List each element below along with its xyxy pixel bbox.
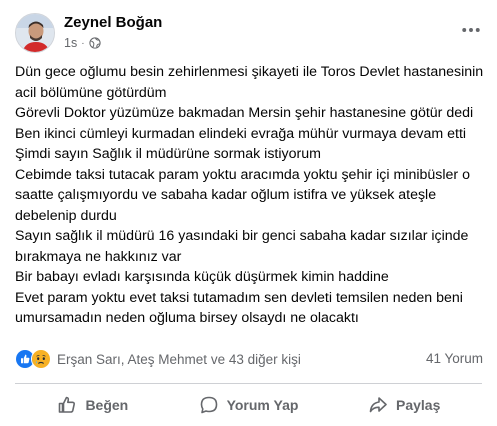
author-name[interactable]: Zeynel Boğan — [64, 14, 162, 31]
post-meta: 1s · — [64, 36, 101, 50]
post-text: Dün gece oğlumu besin zehirlenmesi şikay… — [15, 62, 487, 329]
post-paragraph: Şimdi sayın Sağlık il müdürüne sormak is… — [15, 146, 321, 162]
post-paragraph: Cebimde taksi tutacak param yoktu aracım… — [15, 166, 470, 224]
like-button[interactable]: Beğen — [15, 388, 171, 422]
post-paragraph: Evet param yoktu evet taksi tutamadım se… — [15, 289, 463, 327]
share-icon — [369, 397, 387, 413]
action-bar: Beğen Yorum Yap Paylaş — [15, 388, 482, 422]
share-button[interactable]: Paylaş — [326, 388, 482, 422]
post-time[interactable]: 1s — [64, 36, 77, 50]
post-paragraph: Dün gece oğlumu besin zehirlenmesi şikay… — [15, 64, 484, 101]
comment-label: Yorum Yap — [226, 397, 299, 413]
post-paragraph: Görevli Doktor yüzümüze bakmadan Mersin … — [15, 105, 474, 142]
reactions-summary[interactable]: Erşan Sarı, Ateş Mehmet ve 43 diğer kişi — [15, 349, 301, 369]
share-label: Paylaş — [395, 397, 441, 413]
sad-reaction-icon — [31, 349, 51, 369]
reactions-text[interactable]: Erşan Sarı, Ateş Mehmet ve 43 diğer kişi — [57, 352, 301, 367]
post-paragraph: Sayın sağlık il müdürü 16 yasındaki bir … — [15, 228, 469, 265]
avatar-photo — [16, 14, 54, 52]
comment-icon — [200, 396, 217, 414]
more-options-button[interactable] — [459, 18, 483, 42]
reaction-icons — [15, 349, 51, 369]
author-avatar[interactable] — [15, 13, 55, 53]
meta-separator: · — [81, 37, 85, 49]
like-label: Beğen — [85, 397, 129, 413]
post-paragraph: Bir babayı evladı karşısında küçük düşür… — [15, 269, 389, 285]
comments-count[interactable]: 41 Yorum — [426, 351, 483, 366]
post-card: Zeynel Boğan 1s · Dün gece oğlumu besin … — [0, 0, 497, 426]
globe-icon — [88, 37, 101, 49]
comment-button[interactable]: Yorum Yap — [171, 388, 327, 422]
more-dots-icon — [462, 28, 480, 32]
thumbs-up-icon — [59, 396, 76, 413]
divider — [15, 383, 482, 384]
